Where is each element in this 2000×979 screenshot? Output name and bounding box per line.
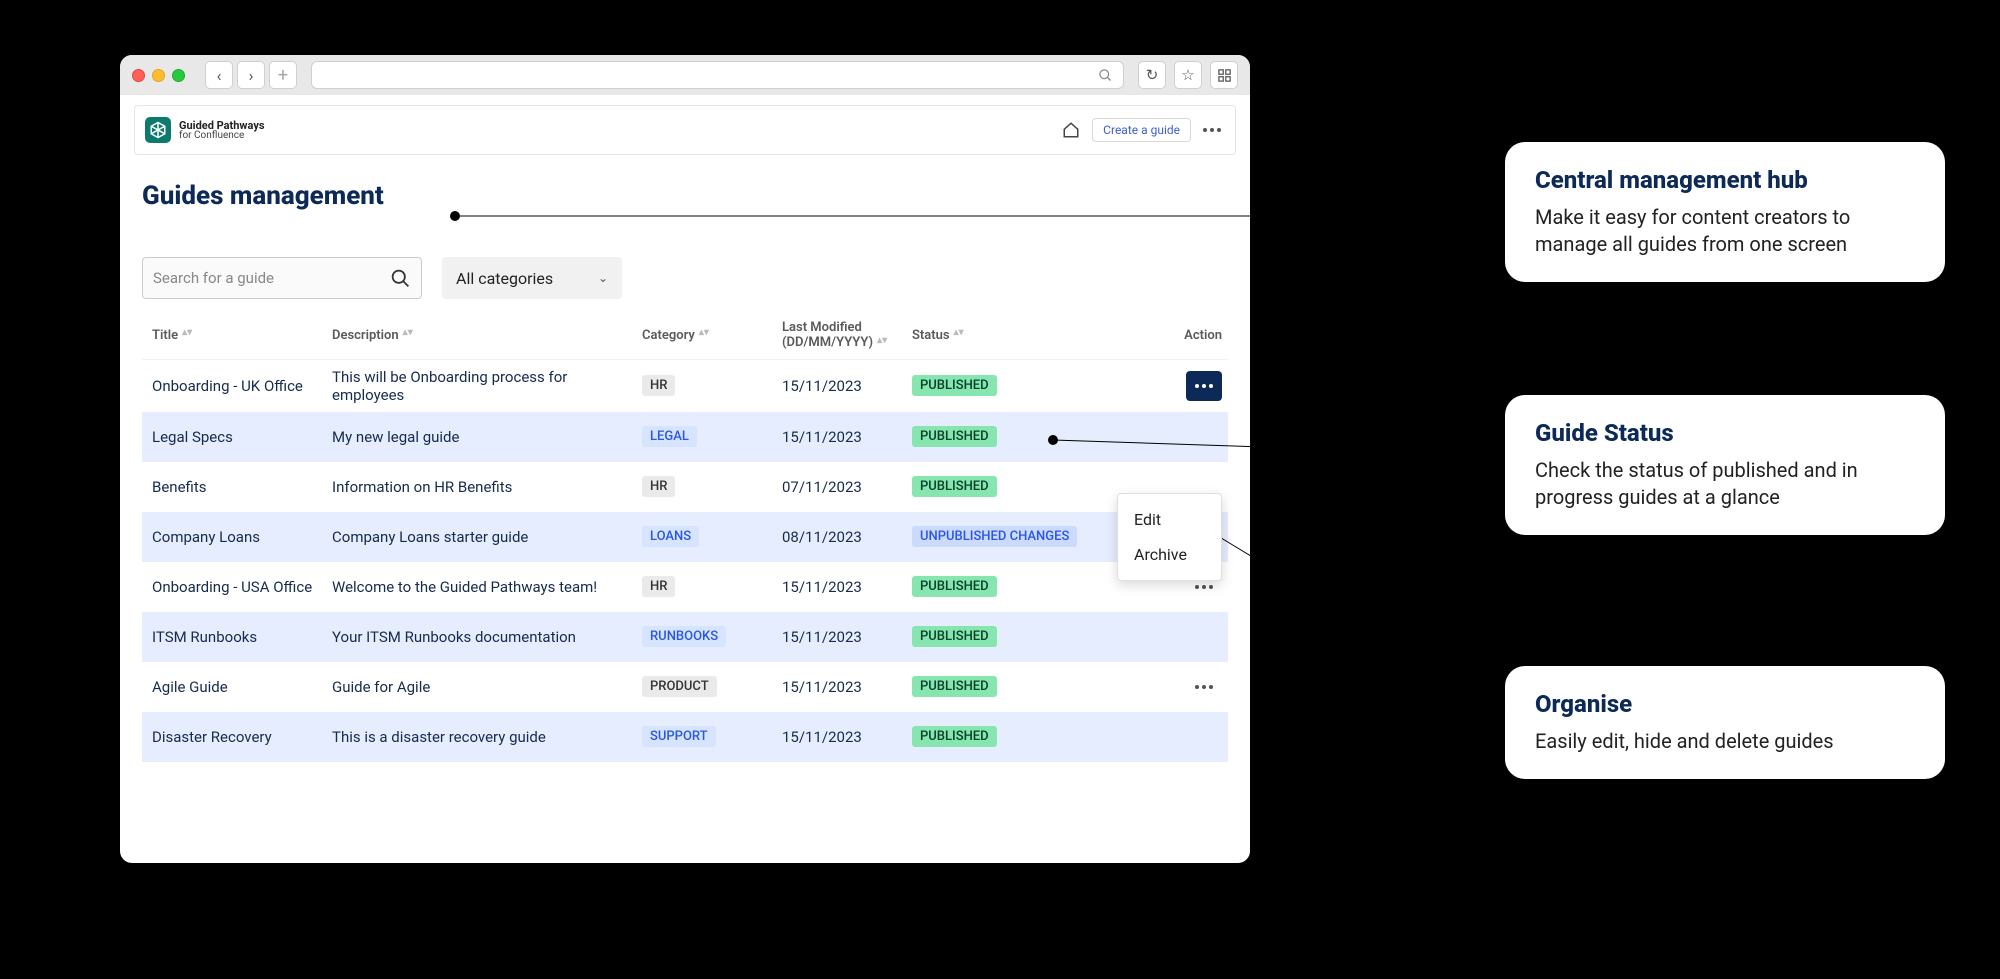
- header-more-button[interactable]: [1199, 117, 1225, 143]
- cell-title: ITSM Runbooks: [152, 628, 332, 646]
- category-badge: PRODUCT: [642, 676, 717, 697]
- cell-description: Your ITSM Runbooks documentation: [332, 628, 642, 646]
- th-status[interactable]: Status▴▾: [912, 328, 1132, 343]
- create-guide-button[interactable]: Create a guide: [1092, 118, 1191, 142]
- menu-archive[interactable]: Archive: [1118, 537, 1221, 572]
- cell-title: Agile Guide: [152, 678, 332, 696]
- cell-description: My new legal guide: [332, 428, 642, 446]
- table-row: Onboarding - USA OfficeWelcome to the Gu…: [142, 562, 1228, 612]
- back-button[interactable]: ‹: [205, 61, 233, 89]
- search-icon: [1098, 68, 1113, 83]
- category-filter-label: All categories: [456, 269, 553, 288]
- cell-title: Disaster Recovery: [152, 728, 332, 746]
- brand-sub: for Confluence: [179, 131, 265, 141]
- minimize-icon[interactable]: [152, 69, 165, 82]
- th-last-modified[interactable]: Last Modified(DD/MM/YYYY)▴▾: [782, 321, 912, 351]
- callout-body: Easily edit, hide and delete guides: [1535, 728, 1915, 755]
- callout-body: Make it easy for content creators to man…: [1535, 204, 1915, 258]
- brand-logo-icon: [145, 117, 171, 143]
- chevron-down-icon: ⌄: [598, 271, 608, 285]
- status-badge: PUBLISHED: [912, 426, 997, 447]
- brand-name: Guided Pathways: [179, 120, 265, 131]
- reload-button[interactable]: ↻: [1138, 61, 1166, 89]
- category-badge: RUNBOOKS: [642, 626, 726, 647]
- status-badge: PUBLISHED: [912, 726, 997, 747]
- guides-table: Title▴▾ Description▴▾ Category▴▾ Last Mo…: [142, 317, 1228, 762]
- cell-description: This is a disaster recovery guide: [332, 728, 642, 746]
- brand: Guided Pathways for Confluence: [145, 117, 265, 143]
- callout-organise: Organise Easily edit, hide and delete gu…: [1505, 666, 1945, 779]
- callout-title: Central management hub: [1535, 166, 1915, 194]
- traffic-lights: [132, 69, 185, 82]
- category-badge: HR: [642, 576, 675, 597]
- cell-date: 07/11/2023: [782, 478, 912, 496]
- search-input[interactable]: Search for a guide: [142, 257, 422, 299]
- favorite-button[interactable]: ☆: [1174, 61, 1202, 89]
- home-icon[interactable]: [1058, 117, 1084, 143]
- cell-date: 08/11/2023: [782, 528, 912, 546]
- status-badge: PUBLISHED: [912, 375, 997, 396]
- category-badge: LEGAL: [642, 426, 697, 447]
- table-row: BenefitsInformation on HR BenefitsHR 07/1…: [142, 462, 1228, 512]
- category-badge: HR: [642, 476, 675, 497]
- cell-date: 15/11/2023: [782, 578, 912, 596]
- callout-title: Organise: [1535, 690, 1915, 718]
- cell-date: 15/11/2023: [782, 678, 912, 696]
- cell-title: Company Loans: [152, 528, 332, 546]
- cell-description: Guide for Agile: [332, 678, 642, 696]
- callout-guide-status: Guide Status Check the status of publish…: [1505, 395, 1945, 535]
- th-title[interactable]: Title▴▾: [152, 328, 332, 343]
- th-action: Action: [1132, 328, 1222, 343]
- category-badge: LOANS: [642, 526, 699, 547]
- browser-window: ‹ › + ↻ ☆ Guided Pathways for Confluence: [120, 55, 1250, 863]
- callout-central-hub: Central management hub Make it easy for …: [1505, 142, 1945, 282]
- table-row: Agile GuideGuide for AgilePRODUCT 15/11/2…: [142, 662, 1228, 712]
- table-row: Onboarding - UK OfficeThis will be Onboa…: [142, 360, 1228, 412]
- cell-date: 15/11/2023: [782, 377, 912, 395]
- cell-date: 15/11/2023: [782, 428, 912, 446]
- url-bar[interactable]: [311, 61, 1124, 89]
- search-placeholder: Search for a guide: [153, 269, 274, 287]
- category-badge: SUPPORT: [642, 726, 716, 747]
- cell-date: 15/11/2023: [782, 728, 912, 746]
- close-icon[interactable]: [132, 69, 145, 82]
- forward-button[interactable]: ›: [237, 61, 265, 89]
- cell-title: Onboarding - USA Office: [152, 578, 332, 596]
- table-row: Disaster RecoveryThis is a disaster reco…: [142, 712, 1228, 762]
- callout-body: Check the status of published and in pro…: [1535, 457, 1915, 511]
- cell-description: This will be Onboarding process for empl…: [332, 368, 642, 404]
- row-action-menu: Edit Archive: [1117, 493, 1222, 581]
- th-category[interactable]: Category▴▾: [642, 328, 782, 343]
- category-badge: HR: [642, 375, 675, 396]
- status-badge: PUBLISHED: [912, 626, 997, 647]
- cell-description: Welcome to the Guided Pathways team!: [332, 578, 642, 596]
- table-row: ITSM RunbooksYour ITSM Runbooks document…: [142, 612, 1228, 662]
- status-badge: PUBLISHED: [912, 676, 997, 697]
- row-action-button[interactable]: [1186, 371, 1222, 401]
- new-tab-button[interactable]: +: [269, 61, 297, 89]
- table-row: Company LoansCompany Loans starter guide…: [142, 512, 1228, 562]
- th-description[interactable]: Description▴▾: [332, 328, 642, 343]
- cell-description: Company Loans starter guide: [332, 528, 642, 546]
- status-badge: UNPUBLISHED CHANGES: [912, 526, 1077, 547]
- page-title: Guides management: [142, 181, 1228, 211]
- row-action-button[interactable]: [1186, 672, 1222, 702]
- cell-title: Legal Specs: [152, 428, 332, 446]
- table-header: Title▴▾ Description▴▾ Category▴▾ Last Mo…: [142, 317, 1228, 360]
- cell-description: Information on HR Benefits: [332, 478, 642, 496]
- app-header: Guided Pathways for Confluence Create a …: [134, 105, 1236, 155]
- cell-date: 15/11/2023: [782, 628, 912, 646]
- table-row: Legal SpecsMy new legal guideLEGAL 15/11/…: [142, 412, 1228, 462]
- cell-title: Benefits: [152, 478, 332, 496]
- category-filter[interactable]: All categories ⌄: [442, 257, 622, 299]
- callout-title: Guide Status: [1535, 419, 1915, 447]
- status-badge: PUBLISHED: [912, 476, 997, 497]
- titlebar: ‹ › + ↻ ☆: [120, 55, 1250, 95]
- menu-edit[interactable]: Edit: [1118, 502, 1221, 537]
- search-icon: [390, 268, 411, 289]
- status-badge: PUBLISHED: [912, 576, 997, 597]
- cell-title: Onboarding - UK Office: [152, 377, 332, 395]
- maximize-icon[interactable]: [172, 69, 185, 82]
- apps-button[interactable]: [1210, 61, 1238, 89]
